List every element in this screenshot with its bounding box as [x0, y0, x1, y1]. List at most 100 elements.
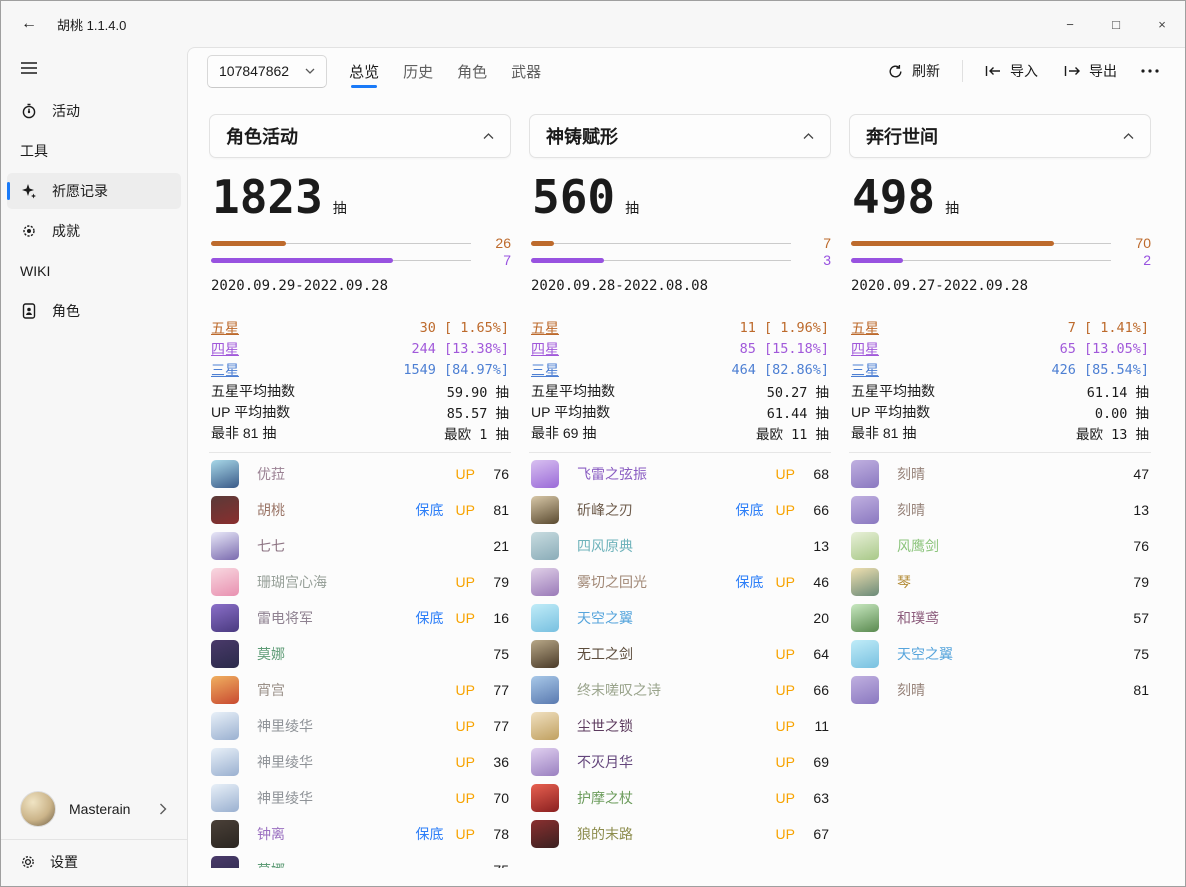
- list-item[interactable]: 刻晴 81: [849, 672, 1151, 708]
- list-item[interactable]: 雾切之回光 保底 UP 46: [529, 564, 831, 600]
- list-item[interactable]: 和璞鸢 57: [849, 600, 1151, 636]
- list-item[interactable]: 狼的末路 UP 67: [529, 816, 831, 852]
- list-item[interactable]: 神里绫华 UP 77: [209, 708, 511, 744]
- list-item[interactable]: 莫娜 75: [209, 852, 511, 868]
- pity-fill: [211, 241, 286, 246]
- date-range: 2020.09.27-2022.09.28: [851, 278, 1151, 294]
- list-item[interactable]: 护摩之杖 UP 63: [529, 780, 831, 816]
- tab-character[interactable]: 角色: [457, 48, 487, 94]
- stat-value: 85 [15.18%]: [740, 341, 829, 357]
- minimize-button[interactable]: −: [1047, 1, 1093, 47]
- sidebar-item-label: 成就: [52, 221, 80, 241]
- list-item[interactable]: 神里绫华 UP 36: [209, 744, 511, 780]
- stat-label[interactable]: 三星: [211, 360, 239, 380]
- chevron-down-icon: [305, 68, 315, 74]
- refresh-button[interactable]: 刷新: [878, 55, 950, 87]
- maximize-button[interactable]: □: [1093, 1, 1139, 47]
- item-avatar: [211, 820, 239, 848]
- item-pull-count: 13: [1127, 502, 1149, 518]
- list-item[interactable]: 斫峰之刃 保底 UP 66: [529, 492, 831, 528]
- chevron-up-icon[interactable]: [483, 133, 494, 140]
- list-item[interactable]: 不灭月华 UP 69: [529, 744, 831, 780]
- item-avatar: [531, 532, 559, 560]
- pity-fill: [211, 258, 393, 263]
- banner-header-card[interactable]: 神铸赋形: [529, 114, 831, 158]
- stat-value: 最欧 1 抽: [444, 423, 509, 443]
- sidebar-item-achievements[interactable]: 成就: [7, 213, 181, 249]
- stat-label[interactable]: 三星: [531, 360, 559, 380]
- stat-label[interactable]: 五星: [211, 318, 239, 338]
- chevron-up-icon[interactable]: [803, 133, 814, 140]
- item-name: 莫娜: [257, 644, 285, 664]
- sidebar-item-wish-log[interactable]: 祈愿记录: [7, 173, 181, 209]
- export-button[interactable]: 导出: [1054, 55, 1127, 87]
- list-item[interactable]: 天空之翼 20: [529, 600, 831, 636]
- banner-header-card[interactable]: 奔行世间: [849, 114, 1151, 158]
- tab-history[interactable]: 历史: [403, 48, 433, 94]
- close-button[interactable]: ×: [1139, 1, 1185, 47]
- sidebar-section-tools: 工具: [7, 133, 181, 169]
- stat-label[interactable]: 四星: [851, 339, 879, 359]
- list-item[interactable]: 风鹰剑 76: [849, 528, 1151, 564]
- uid-selector[interactable]: 107847862: [207, 55, 327, 88]
- item-avatar: [851, 676, 879, 704]
- list-item[interactable]: 终末嗟叹之诗 UP 66: [529, 672, 831, 708]
- total-pulls-value: 1823: [212, 171, 323, 223]
- user-account-button[interactable]: Masterain: [7, 781, 181, 837]
- list-item[interactable]: 优菈 UP 76: [209, 456, 511, 492]
- list-item[interactable]: 宵宫 UP 77: [209, 672, 511, 708]
- stat-label[interactable]: 四星: [211, 339, 239, 359]
- list-item[interactable]: 尘世之锁 UP 11: [529, 708, 831, 744]
- list-item[interactable]: 刻晴 13: [849, 492, 1151, 528]
- list-item[interactable]: 珊瑚宫心海 UP 79: [209, 564, 511, 600]
- tab-overview[interactable]: 总览: [349, 48, 379, 94]
- list-item[interactable]: 七七 21: [209, 528, 511, 564]
- list-item[interactable]: 莫娜 75: [209, 636, 511, 672]
- list-item[interactable]: 四风原典 13: [529, 528, 831, 564]
- five-star-item-list: 刻晴 47 刻晴 13 风鹰剑 76 琴 79 和璞鸢 57: [849, 456, 1151, 708]
- tab-weapon[interactable]: 武器: [511, 48, 541, 94]
- list-item[interactable]: 钟离 保底 UP 78: [209, 816, 511, 852]
- hamburger-menu-button[interactable]: [9, 51, 49, 85]
- item-avatar: [211, 568, 239, 596]
- stat-label[interactable]: 三星: [851, 360, 879, 380]
- item-avatar: [531, 496, 559, 524]
- back-button[interactable]: ←: [9, 6, 49, 42]
- stat-label[interactable]: 四星: [531, 339, 559, 359]
- list-item[interactable]: 琴 79: [849, 564, 1151, 600]
- activity-icon: [20, 103, 38, 119]
- stat-value: 426 [85.54%]: [1051, 362, 1149, 378]
- pity-value: 70: [1117, 235, 1151, 252]
- item-pull-count: 81: [487, 502, 509, 518]
- stat-value: 7 [ 1.41%]: [1068, 320, 1149, 336]
- sidebar-item-activities[interactable]: 活动: [7, 93, 181, 129]
- chevron-up-icon[interactable]: [1123, 133, 1134, 140]
- item-avatar: [211, 496, 239, 524]
- stat-label[interactable]: 五星: [851, 318, 879, 338]
- banner-column: 神铸赋形 560 抽 7 3 2020.09.28-2022.08.08 五星 …: [529, 114, 831, 868]
- list-item[interactable]: 天空之翼 75: [849, 636, 1151, 672]
- stat-label: 五星平均抽数: [531, 381, 615, 401]
- pity-fill: [531, 258, 604, 263]
- sidebar-item-character-wiki[interactable]: 角色: [7, 293, 181, 329]
- list-item[interactable]: 神里绫华 UP 70: [209, 780, 511, 816]
- pity-progress-bar: 70: [849, 235, 1151, 252]
- sidebar-item-settings[interactable]: 设置: [7, 842, 181, 882]
- character-card-icon: [20, 303, 38, 319]
- item-pull-count: 68: [807, 466, 829, 482]
- list-item[interactable]: 飞雷之弦振 UP 68: [529, 456, 831, 492]
- stat-row: 五星平均抽数 61.14 抽: [851, 380, 1149, 401]
- import-button[interactable]: 导入: [975, 55, 1048, 87]
- list-item[interactable]: 无工之剑 UP 64: [529, 636, 831, 672]
- list-item[interactable]: 刻晴 47: [849, 456, 1151, 492]
- list-item[interactable]: 胡桃 保底 UP 81: [209, 492, 511, 528]
- item-name: 刻晴: [897, 680, 925, 700]
- stat-label[interactable]: 五星: [531, 318, 559, 338]
- up-badge: UP: [776, 574, 795, 590]
- stat-label: UP 平均抽数: [211, 402, 290, 422]
- list-item[interactable]: 雷电将军 保底 UP 16: [209, 600, 511, 636]
- pity-fill: [851, 258, 903, 263]
- banner-header-card[interactable]: 角色活动: [209, 114, 511, 158]
- more-options-button[interactable]: [1133, 63, 1167, 79]
- item-name: 钟离: [257, 824, 285, 844]
